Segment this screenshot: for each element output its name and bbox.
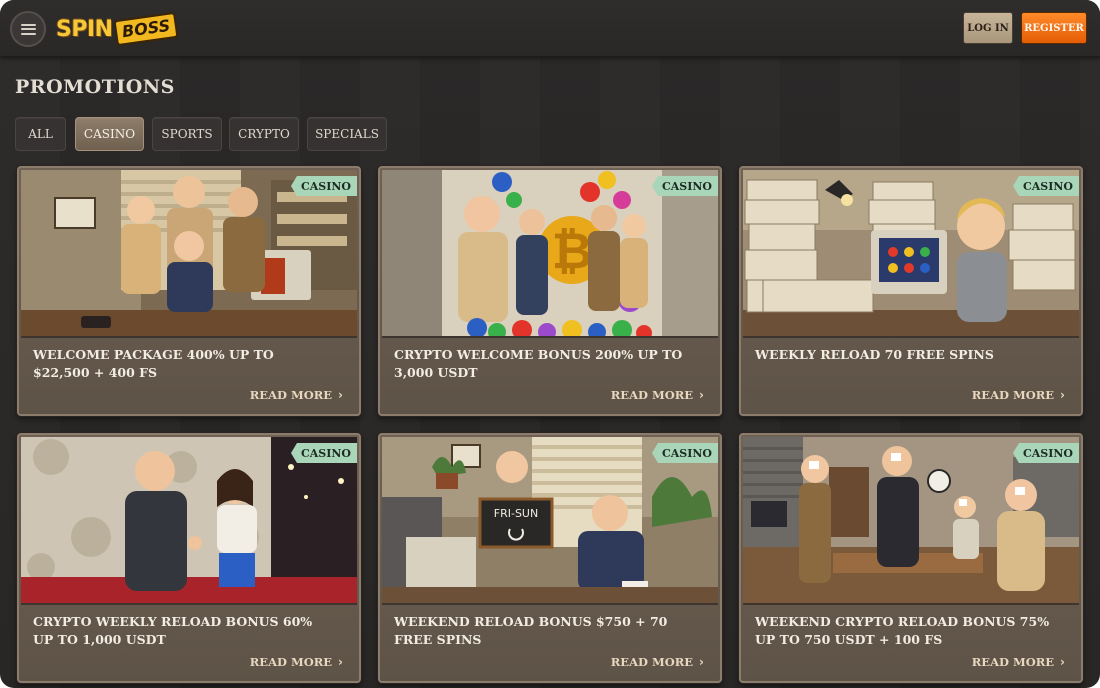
tab-all[interactable]: ALL — [15, 117, 66, 151]
chevron-right-icon: › — [1060, 388, 1065, 402]
read-more-label: READ MORE — [610, 655, 694, 669]
logo-boss-text: BOSS — [113, 11, 179, 47]
promo-card[interactable]: CASINO CRYPTO WEEKLY RELOAD BONUS 60% UP… — [17, 433, 361, 683]
promo-title: WEEKLY RELOAD 70 FREE SPINS — [755, 347, 994, 362]
menu-button[interactable] — [10, 11, 46, 47]
hamburger-icon — [20, 23, 36, 35]
chevron-right-icon: › — [338, 655, 343, 669]
category-badge: CASINO — [290, 176, 357, 196]
promo-card[interactable]: FRI-SUN CASINO WEEKEND RELOAD BONUS $750… — [378, 433, 722, 683]
category-badge: CASINO — [1012, 176, 1079, 196]
read-more-link[interactable]: READ MORE › — [611, 388, 704, 402]
tab-casino[interactable]: CASINO — [75, 117, 144, 151]
login-button[interactable]: LOG IN — [963, 12, 1013, 44]
read-more-link[interactable]: READ MORE › — [972, 655, 1065, 669]
read-more-label: READ MORE — [249, 655, 333, 669]
tab-sports[interactable]: SPORTS — [152, 117, 222, 151]
promo-card[interactable]: CASINO WELCOME PACKAGE 400% UP TO $22,50… — [17, 166, 361, 416]
promo-title: CRYPTO WEEKLY RELOAD BONUS 60% UP TO 1,0… — [33, 614, 313, 647]
promo-title: WEEKEND RELOAD BONUS $750 + 70 FREE SPIN… — [394, 614, 668, 647]
register-button[interactable]: REGISTER — [1021, 12, 1087, 44]
promo-title: WELCOME PACKAGE 400% UP TO $22,500 + 400… — [33, 347, 274, 380]
read-more-link[interactable]: READ MORE › — [250, 655, 343, 669]
promo-card[interactable]: ₿ CASINO CRYPTO WELCOME BONUS 200% UP TO… — [378, 166, 722, 416]
logo-spin-text: SPIN — [56, 16, 113, 42]
tab-crypto[interactable]: CRYPTO — [229, 117, 299, 151]
chevron-right-icon: › — [338, 388, 343, 402]
svg-text:₿: ₿ — [552, 222, 593, 280]
category-badge: CASINO — [651, 443, 718, 463]
tab-specials[interactable]: SPECIALS — [307, 117, 387, 151]
page-title: PROMOTIONS — [15, 76, 175, 98]
read-more-link[interactable]: READ MORE › — [250, 388, 343, 402]
promo-title: CRYPTO WELCOME BONUS 200% UP TO 3,000 US… — [394, 347, 683, 380]
app-frame: SPIN BOSS LOG IN REGISTER PROMOTIONS ALL… — [0, 0, 1100, 688]
read-more-label: READ MORE — [610, 388, 694, 402]
promo-card[interactable]: CASINO WEEKEND CRYPTO RELOAD BONUS 75% U… — [739, 433, 1083, 683]
category-badge: CASINO — [651, 176, 718, 196]
chevron-right-icon: › — [699, 388, 704, 402]
chevron-right-icon: › — [699, 655, 704, 669]
category-badge: CASINO — [290, 443, 357, 463]
top-header: SPIN BOSS LOG IN REGISTER — [0, 0, 1100, 57]
promo-title: WEEKEND CRYPTO RELOAD BONUS 75% UP TO 75… — [755, 614, 1050, 647]
read-more-label: READ MORE — [971, 655, 1055, 669]
chevron-right-icon: › — [1060, 655, 1065, 669]
fri-sun-sign-text: FRI-SUN — [494, 507, 538, 520]
read-more-link[interactable]: READ MORE › — [611, 655, 704, 669]
read-more-label: READ MORE — [249, 388, 333, 402]
read-more-link[interactable]: READ MORE › — [972, 388, 1065, 402]
promo-card[interactable]: CASINO WEEKLY RELOAD 70 FREE SPINS READ … — [739, 166, 1083, 416]
site-logo[interactable]: SPIN BOSS — [56, 11, 179, 47]
category-badge: CASINO — [1012, 443, 1079, 463]
read-more-label: READ MORE — [971, 388, 1055, 402]
